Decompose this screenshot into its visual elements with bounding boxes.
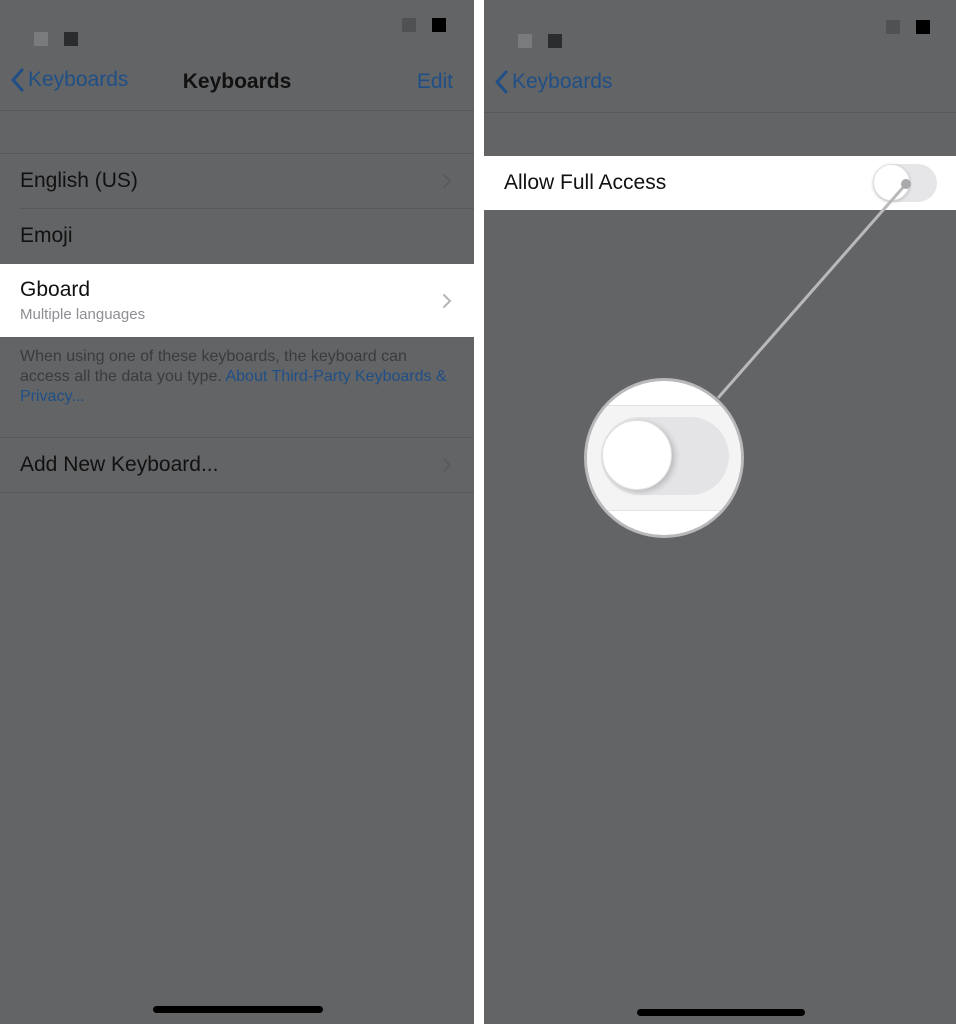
chevron-left-icon [495, 70, 508, 94]
allow-full-access-toggle[interactable] [873, 164, 937, 202]
keyboard-sublabel: Multiple languages [20, 306, 146, 323]
magnified-toggle-knob [602, 420, 672, 490]
status-indicator [64, 32, 78, 46]
navigation-bar: Keyboards [484, 58, 956, 113]
keyboard-row-english[interactable]: English (US) [0, 154, 474, 208]
status-indicator [432, 18, 446, 32]
chevron-right-icon [443, 293, 452, 308]
keyboard-label: Gboard [20, 278, 91, 301]
home-indicator[interactable] [637, 1009, 805, 1016]
divider [0, 492, 474, 493]
allow-full-access-label: Allow Full Access [504, 171, 667, 194]
home-indicator[interactable] [153, 1006, 323, 1013]
keyboard-label: English (US) [20, 169, 138, 192]
privacy-footer: When using one of these keyboards, the k… [20, 347, 450, 407]
magnified-toggle-callout [584, 378, 744, 538]
add-new-keyboard-row[interactable]: Add New Keyboard... [0, 438, 474, 492]
navigation-bar: Keyboards Keyboards Edit [0, 56, 474, 111]
status-indicator [34, 32, 48, 46]
keyboard-row-gboard[interactable]: Gboard Multiple languages [0, 264, 474, 337]
page-title: Keyboards [182, 70, 292, 93]
status-indicator [548, 34, 562, 48]
back-label: Keyboards [512, 70, 613, 93]
magnified-toggle [601, 417, 729, 495]
status-indicator [916, 20, 930, 34]
toggle-knob [873, 164, 910, 201]
status-indicator [886, 20, 900, 34]
keyboard-row-emoji[interactable]: Emoji [0, 209, 474, 263]
status-indicator [518, 34, 532, 48]
chevron-right-icon [443, 174, 452, 188]
edit-button[interactable]: Edit [417, 70, 453, 94]
left-screen: Keyboards Keyboards Edit English (US) Em… [0, 0, 474, 1024]
back-button[interactable]: Keyboards [494, 70, 612, 94]
allow-full-access-row: Allow Full Access [484, 156, 956, 210]
keyboard-label: Emoji [20, 224, 73, 247]
add-keyboard-label: Add New Keyboard... [20, 453, 219, 476]
chevron-right-icon [443, 458, 452, 472]
status-indicator [402, 18, 416, 32]
